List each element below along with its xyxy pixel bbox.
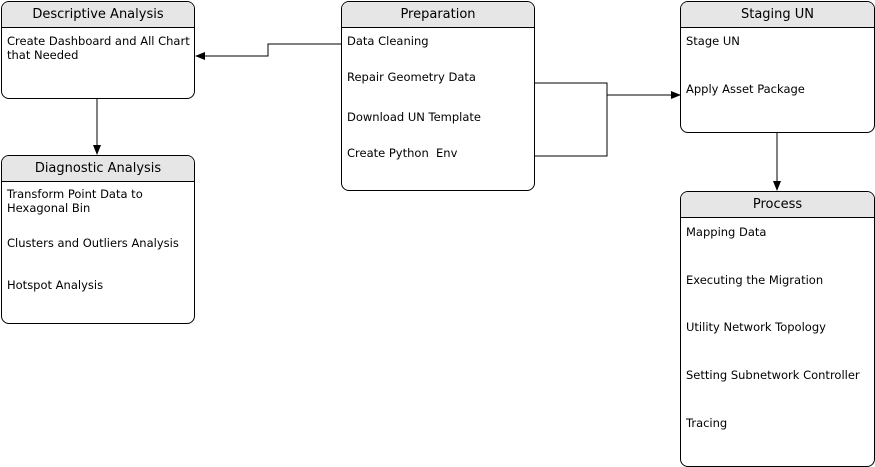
staging-item: Apply Asset Package [686,82,805,96]
preparation-item: Data Cleaning [347,34,429,48]
diagnostic-item: Hotspot Analysis [7,278,104,292]
preparation-title: Preparation [342,2,534,28]
process-item: Tracing [686,416,728,430]
process-item: Setting Subnetwork Controller [686,368,860,382]
process-box[interactable]: Process Mapping Data Executing the Migra… [680,191,875,467]
preparation-item: Repair Geometry Data [347,70,476,84]
edge-preparation-to-staging [535,82,608,157]
staging-un-box[interactable]: Staging UN Stage UN Apply Asset Package [680,1,875,133]
diagnostic-analysis-box[interactable]: Diagnostic Analysis Transform Point Data… [1,155,195,324]
preparation-item: Create Python Env [347,146,458,160]
diagnostic-analysis-title: Diagnostic Analysis [2,156,194,182]
edge-preparation-to-descriptive [195,43,341,60]
preparation-box[interactable]: Preparation Data Cleaning Repair Geometr… [341,1,535,191]
staging-item: Stage UN [686,34,740,48]
diagnostic-item: Clusters and Outliers Analysis [7,236,179,250]
descriptive-analysis-box[interactable]: Descriptive Analysis Create Dashboard an… [1,1,195,99]
staging-un-title: Staging UN [681,2,874,28]
process-title: Process [681,192,874,218]
descriptive-analysis-title: Descriptive Analysis [2,2,194,28]
process-item: Utility Network Topology [686,320,826,334]
process-item: Mapping Data [686,225,767,239]
process-item: Executing the Migration [686,273,824,287]
preparation-item: Download UN Template [347,110,481,124]
descriptive-item: Create Dashboard and All Chart that Need… [7,34,190,62]
diagnostic-item: Transform Point Data to Hexagonal Bin [7,187,143,215]
